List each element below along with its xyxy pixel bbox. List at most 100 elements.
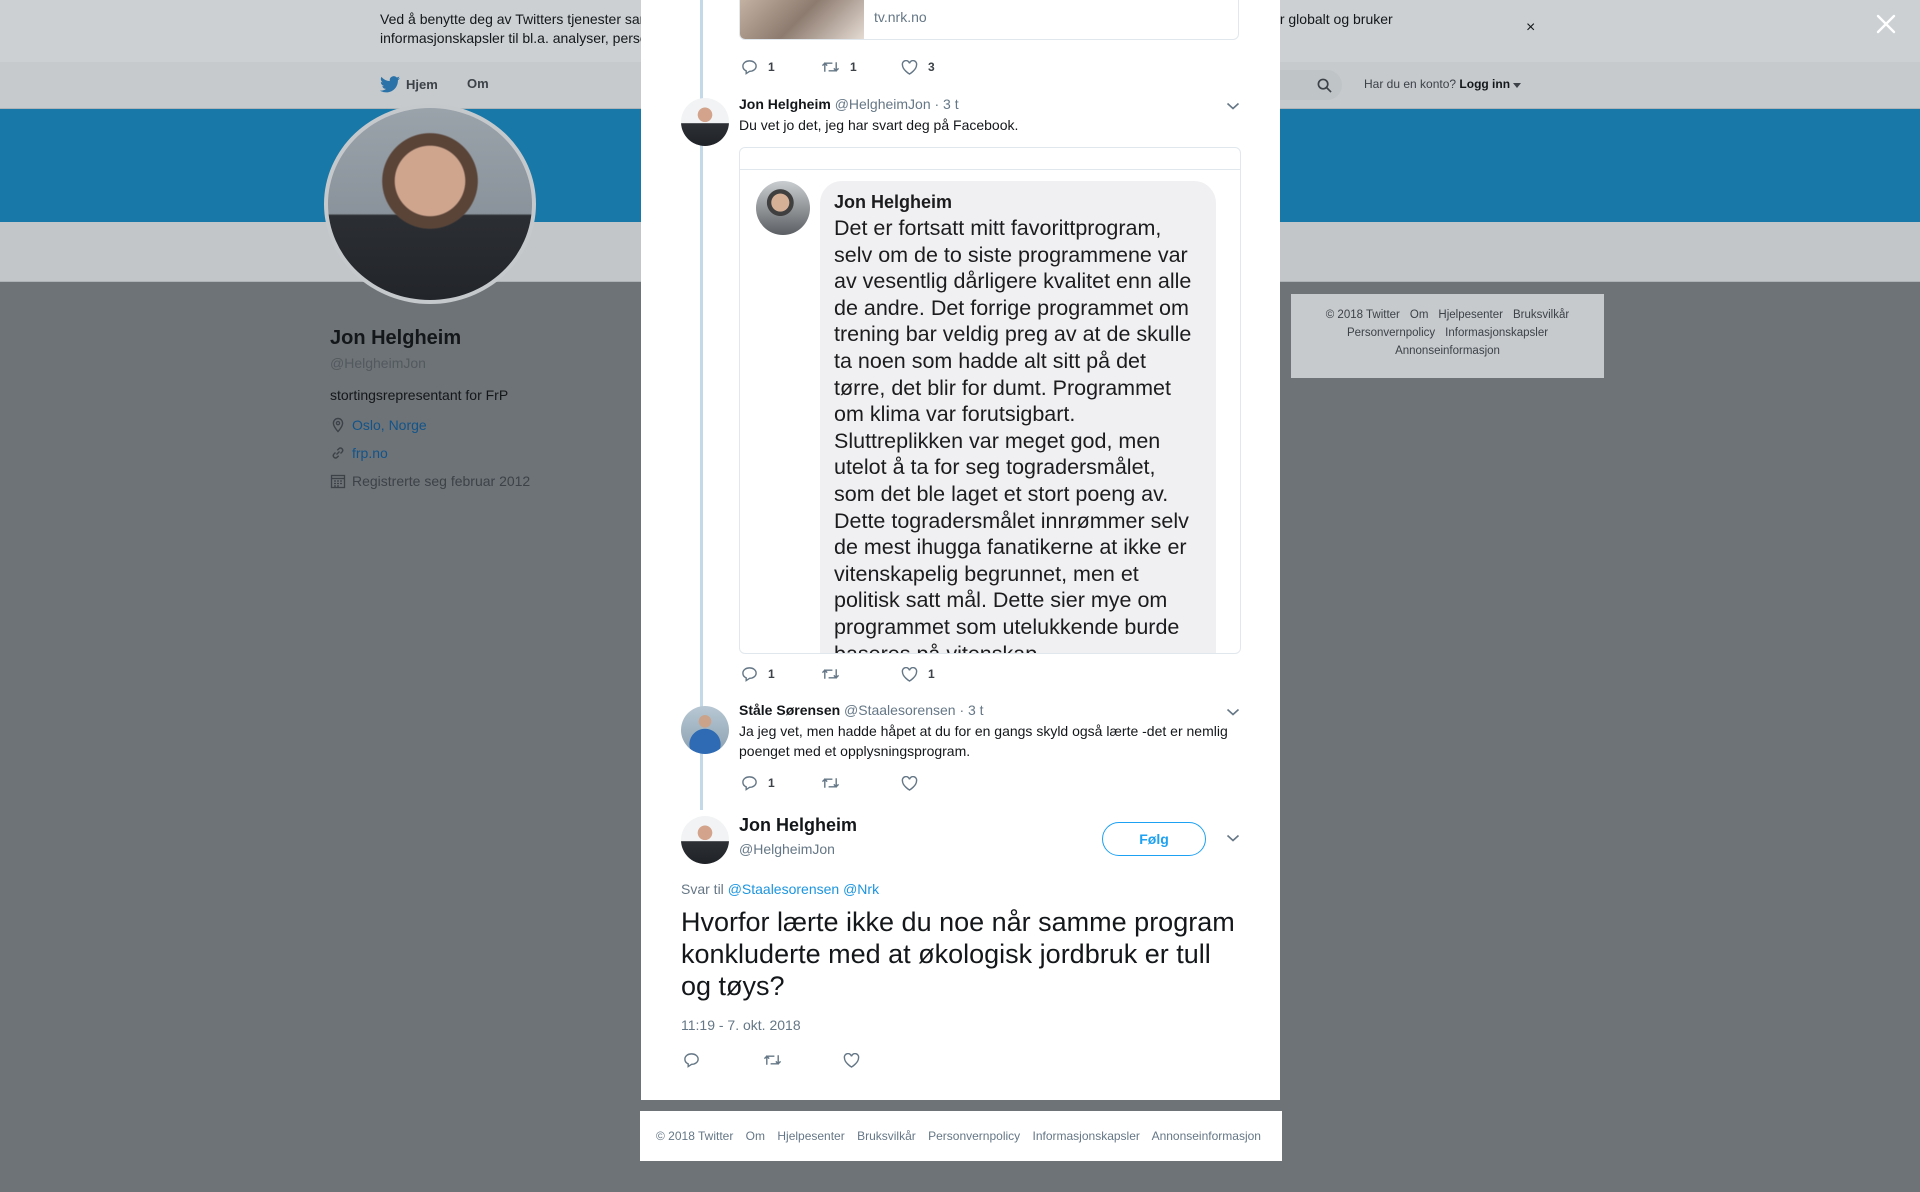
reply-button[interactable] (683, 1052, 763, 1068)
nav-about[interactable]: Om (467, 76, 489, 91)
tweet-author-name[interactable]: Jon Helgheim (739, 96, 831, 112)
footer-link-help[interactable]: Hjelpesenter (777, 1129, 844, 1143)
retweet-icon (763, 1055, 782, 1065)
reply-icon (742, 60, 757, 75)
footer-link-ads[interactable]: Annonseinformasjon (1152, 1129, 1261, 1143)
footer-link-cookies[interactable]: Informasjonskapsler (1445, 327, 1548, 339)
tweet-actions: 1 1 (741, 666, 981, 682)
tweet-avatar[interactable] (681, 706, 729, 754)
reply-button[interactable]: 1 (741, 59, 821, 75)
reply-count: 1 (768, 60, 775, 74)
nav-about-label: Om (467, 76, 489, 91)
heart-icon (843, 1052, 860, 1068)
profile-joined: Registrerte seg februar 2012 (330, 473, 530, 489)
tweet-avatar[interactable] (681, 98, 729, 146)
screenshot-comment-text: Det er fortsatt mitt favorittprogram, se… (834, 216, 1192, 654)
tweet-header: Ståle Sørensen @Staalesorensen · 3 t (739, 702, 984, 718)
focus-tweet-avatar[interactable] (681, 816, 729, 864)
screenshot-comment-bubble: Jon Helgheim Det er fortsatt mitt favori… (820, 181, 1216, 654)
tweet-author-name[interactable]: Ståle Sørensen (739, 702, 840, 718)
profile-website: frp.no (330, 445, 388, 461)
reply-count: 1 (768, 776, 775, 790)
chevron-down-icon[interactable] (1226, 101, 1240, 111)
footer-link-about[interactable]: Om (1410, 309, 1429, 321)
profile-location-link[interactable]: Oslo, Norge (352, 417, 427, 433)
search-icon (1317, 78, 1332, 93)
footer-link-help[interactable]: Hjelpesenter (1438, 309, 1503, 321)
profile-website-link[interactable]: frp.no (352, 445, 388, 461)
profile-avatar[interactable] (324, 104, 536, 304)
tweet-image[interactable]: Jon Helgheim Det er fortsatt mitt favori… (739, 147, 1241, 654)
tweet-time[interactable]: · 3 t (959, 702, 983, 718)
like-button[interactable]: 1 (901, 666, 981, 682)
focus-author-handle[interactable]: @HelgheimJon (739, 841, 835, 857)
footer-link-terms[interactable]: Bruksvilkår (857, 1129, 916, 1143)
profile-name[interactable]: Jon Helgheim (330, 327, 461, 350)
footer-copyright: © 2018 Twitter (656, 1129, 734, 1143)
link-icon (332, 447, 344, 459)
tweet-permalink-modal: tv.nrk.no 1 1 3 Jon Helgheim @HelgheimJo… (641, 0, 1280, 1100)
profile-handle[interactable]: @HelgheimJon (330, 355, 426, 371)
footer-link-terms[interactable]: Bruksvilkår (1513, 309, 1569, 321)
footer-link-privacy[interactable]: Personvernpolicy (1347, 327, 1435, 339)
reply-prefix: Svar til (681, 881, 724, 897)
login-link[interactable]: Logg inn (1459, 77, 1510, 91)
retweet-button[interactable] (763, 1053, 843, 1067)
reply-mentions[interactable]: @Staalesorensen @Nrk (728, 881, 879, 897)
like-count: 1 (928, 667, 935, 681)
like-count: 3 (928, 60, 935, 74)
footer-link-privacy[interactable]: Personvernpolicy (928, 1129, 1020, 1143)
heart-icon (901, 775, 918, 791)
heart-icon (901, 59, 918, 75)
nav-home-label: Hjem (406, 77, 438, 92)
retweet-count: 1 (850, 60, 857, 74)
link-preview-card[interactable]: tv.nrk.no (739, 0, 1239, 40)
tweet-text: Ja jeg vet, men hadde håpet at du for en… (739, 723, 1228, 759)
like-button[interactable]: 3 (901, 59, 981, 75)
profile-joined-text: Registrerte seg februar 2012 (352, 473, 531, 489)
chevron-down-icon[interactable] (1226, 707, 1240, 717)
side-footer: © 2018 Twitter Om Hjelpesenter Bruksvilkår … (1291, 294, 1604, 378)
tweet-author-handle[interactable]: @HelgheimJon (835, 96, 931, 112)
tweet-text: Du vet jo det, jeg har svart deg på Face… (739, 117, 1019, 133)
chevron-down-icon[interactable] (1226, 833, 1240, 843)
heart-icon (901, 666, 918, 682)
reply-icon (742, 667, 757, 682)
footer-copyright: © 2018 Twitter (1325, 309, 1400, 321)
retweet-button[interactable] (821, 667, 901, 681)
tweet-time[interactable]: · 3 t (935, 96, 959, 112)
login-menu[interactable]: Har du en konto? Logg inn (1364, 77, 1522, 91)
location-pin-icon (332, 417, 344, 433)
screenshot-avatar (756, 181, 810, 235)
profile-location: Oslo, Norge (330, 417, 427, 433)
footer-link-about[interactable]: Om (746, 1129, 765, 1143)
calendar-icon (330, 474, 346, 489)
cookie-close-icon[interactable]: × (1526, 19, 1535, 37)
link-preview-image (740, 0, 864, 39)
tweet-actions: 1 1 3 (741, 59, 981, 75)
reply-icon (742, 776, 757, 791)
image-top-edge (740, 148, 1240, 170)
footer-link-cookies[interactable]: Informasjonskapsler (1033, 1129, 1140, 1143)
tweet-header: Jon Helgheim @HelgheimJon · 3 t (739, 96, 959, 112)
reply-button[interactable]: 1 (741, 666, 821, 682)
footer-link-ads[interactable]: Annonseinformasjon (1395, 345, 1500, 357)
tweet-actions: 1 (741, 775, 981, 791)
retweet-button[interactable] (821, 776, 901, 790)
like-button[interactable] (843, 1052, 923, 1068)
login-prompt: Har du en konto? (1364, 77, 1457, 91)
nav-home[interactable]: Hjem (380, 76, 438, 93)
retweet-icon (821, 62, 840, 72)
focus-author-name[interactable]: Jon Helgheim (739, 815, 857, 836)
focus-timestamp[interactable]: 11:19 - 7. okt. 2018 (681, 1017, 801, 1033)
retweet-icon (821, 669, 840, 679)
follow-button[interactable]: Følg (1102, 822, 1206, 856)
focus-tweet-actions (683, 1052, 923, 1068)
profile-bio: stortingsrepresentant for FrP (330, 387, 509, 403)
like-button[interactable] (901, 775, 981, 791)
retweet-button[interactable]: 1 (821, 60, 901, 74)
focus-tweet-text: Hvorfor lærte ikke du noe når samme prog… (681, 907, 1235, 1001)
close-icon[interactable] (1874, 12, 1898, 36)
reply-button[interactable]: 1 (741, 775, 821, 791)
tweet-author-handle[interactable]: @Staalesorensen (844, 702, 956, 718)
